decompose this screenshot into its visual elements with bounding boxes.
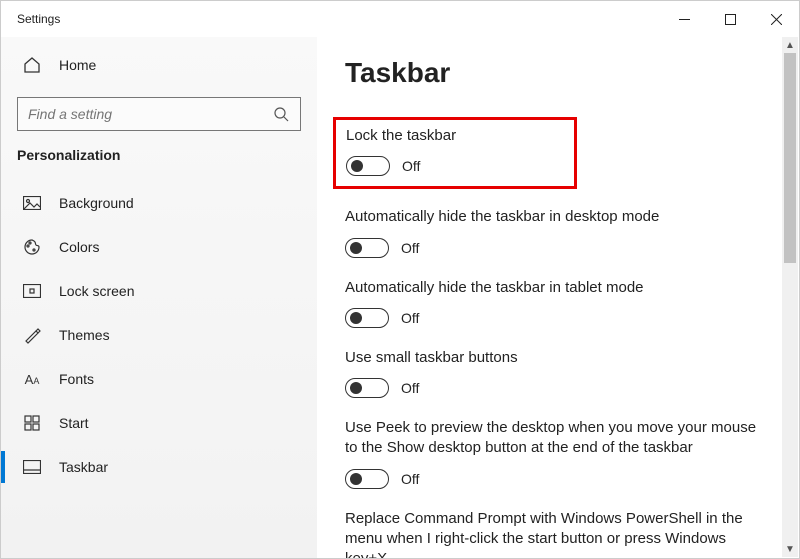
sidebar-item-fonts[interactable]: AA Fonts	[1, 357, 317, 401]
sidebar-item-label: Start	[59, 415, 89, 431]
toggle-state: Off	[401, 380, 419, 396]
highlight-box: Lock the taskbar Off	[333, 117, 577, 189]
setting-label: Use Peek to preview the desktop when you…	[345, 418, 771, 459]
setting-label: Use small taskbar buttons	[345, 348, 771, 368]
image-icon	[23, 194, 41, 212]
sidebar-item-label: Colors	[59, 239, 99, 255]
setting-label: Lock the taskbar	[346, 126, 564, 146]
scroll-thumb[interactable]	[784, 53, 796, 263]
titlebar: Settings	[1, 1, 799, 37]
sidebar-item-label: Background	[59, 195, 134, 211]
sidebar-item-themes[interactable]: Themes	[1, 313, 317, 357]
search-box[interactable]	[17, 97, 301, 131]
start-icon	[23, 414, 41, 432]
palette-icon	[23, 238, 41, 256]
lock-screen-icon	[23, 282, 41, 300]
window-controls	[661, 1, 799, 37]
sidebar-home[interactable]: Home	[1, 45, 317, 85]
sidebar-home-label: Home	[59, 57, 96, 73]
toggle-state: Off	[402, 158, 420, 174]
themes-icon	[23, 326, 41, 344]
toggle-autohide-tablet[interactable]	[345, 308, 389, 328]
scrollbar[interactable]: ▲ ▼	[782, 37, 798, 557]
sidebar-item-colors[interactable]: Colors	[1, 225, 317, 269]
search-icon	[272, 105, 290, 123]
main-content: Taskbar Lock the taskbar Off Automatical…	[317, 37, 799, 558]
scroll-down-arrow[interactable]: ▼	[782, 541, 798, 557]
toggle-peek[interactable]	[345, 469, 389, 489]
search-input[interactable]	[28, 106, 272, 122]
home-icon	[23, 56, 41, 74]
sidebar: Home Personalization Background Colors L…	[1, 37, 317, 558]
toggle-state: Off	[401, 310, 419, 326]
setting-label: Automatically hide the taskbar in tablet…	[345, 278, 771, 298]
toggle-autohide-desktop[interactable]	[345, 238, 389, 258]
scroll-up-arrow[interactable]: ▲	[782, 37, 798, 53]
minimize-button[interactable]	[661, 1, 707, 37]
toggle-state: Off	[401, 240, 419, 256]
sidebar-item-label: Lock screen	[59, 283, 134, 299]
sidebar-item-lock-screen[interactable]: Lock screen	[1, 269, 317, 313]
sidebar-item-taskbar[interactable]: Taskbar	[1, 445, 317, 489]
setting-label: Replace Command Prompt with Windows Powe…	[345, 509, 771, 559]
maximize-button[interactable]	[707, 1, 753, 37]
sidebar-item-start[interactable]: Start	[1, 401, 317, 445]
sidebar-section-title: Personalization	[1, 147, 317, 181]
window-title: Settings	[17, 12, 60, 26]
sidebar-item-label: Taskbar	[59, 459, 108, 475]
sidebar-item-background[interactable]: Background	[1, 181, 317, 225]
toggle-small-buttons[interactable]	[345, 378, 389, 398]
close-button[interactable]	[753, 1, 799, 37]
setting-label: Automatically hide the taskbar in deskto…	[345, 207, 771, 227]
page-title: Taskbar	[345, 57, 771, 89]
sidebar-item-label: Fonts	[59, 371, 94, 387]
sidebar-item-label: Themes	[59, 327, 110, 343]
toggle-state: Off	[401, 471, 419, 487]
taskbar-icon	[23, 458, 41, 476]
toggle-lock-taskbar[interactable]	[346, 156, 390, 176]
fonts-icon: AA	[23, 370, 41, 388]
